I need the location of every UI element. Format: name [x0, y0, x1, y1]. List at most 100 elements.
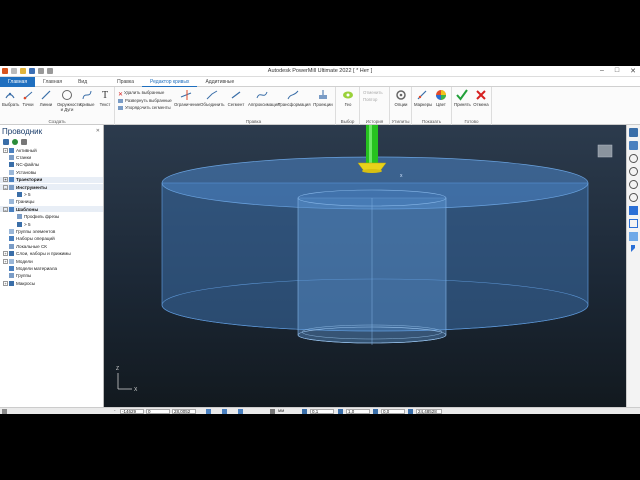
- tree-expander-icon[interactable]: +: [3, 258, 8, 264]
- tree-item[interactable]: + Макросы: [0, 280, 35, 286]
- maximize-button[interactable]: □: [615, 67, 619, 75]
- tree-item[interactable]: Границы: [0, 199, 34, 205]
- explorer-tool-icon-1[interactable]: [3, 138, 9, 145]
- tree-item[interactable]: Профиль фрезы: [0, 214, 59, 220]
- curves-button[interactable]: Кривые: [79, 89, 95, 107]
- tree-item[interactable]: NC-файлы: [0, 162, 39, 168]
- tree-expander-icon[interactable]: +: [3, 177, 8, 183]
- tree-folder-icon: [9, 169, 14, 175]
- tree-item-label: Наборы операций: [16, 236, 55, 242]
- undo-button[interactable]: Отменить: [363, 90, 383, 95]
- tree-item[interactable]: – Инструменты: [0, 184, 103, 190]
- reverse-selected-button[interactable]: Развернуть выбранные: [118, 98, 172, 103]
- tree-item[interactable]: Наборы операций: [0, 236, 55, 242]
- explorer-tool-icon-2[interactable]: [12, 138, 18, 145]
- tree-item[interactable]: – Шаблоны: [0, 206, 103, 213]
- tab-edit[interactable]: Правка: [95, 77, 142, 87]
- shading-icon[interactable]: [629, 206, 638, 215]
- approximation-button[interactable]: Аппроксимация: [248, 89, 279, 107]
- zoom-fit-icon[interactable]: [629, 180, 638, 189]
- tree-item[interactable]: > 5: [0, 221, 31, 227]
- lines-button[interactable]: Линии: [38, 89, 54, 107]
- markers-button[interactable]: Маркеры: [414, 89, 432, 107]
- tree-item[interactable]: + Траектории: [0, 176, 103, 183]
- coord-y-field[interactable]: 0: [146, 409, 170, 414]
- tab-curve-editor[interactable]: Редактор кривых: [142, 77, 198, 87]
- redo-button[interactable]: Повтор: [363, 97, 377, 102]
- tree-item[interactable]: Группы: [0, 273, 31, 279]
- tree-item-label: Станки: [16, 154, 32, 160]
- tree-item[interactable]: Модели материала: [0, 265, 57, 271]
- close-button[interactable]: ✕: [630, 67, 636, 75]
- color-button[interactable]: Цвет: [433, 89, 449, 107]
- tab-view[interactable]: Вид: [70, 77, 95, 87]
- coord-z-field[interactable]: 28,0052: [172, 409, 196, 414]
- snap-icon[interactable]: [222, 409, 227, 414]
- transform-icon: [287, 89, 299, 101]
- tool-tip-base: [362, 169, 382, 173]
- tree-item[interactable]: Локальные СК: [0, 243, 47, 249]
- zoom-in-icon[interactable]: [629, 154, 638, 163]
- close-panel-icon[interactable]: ✕: [96, 128, 100, 134]
- graphics-viewport[interactable]: x Z X: [104, 125, 626, 407]
- tree-expander-icon[interactable]: –: [3, 184, 8, 190]
- triad-z-label: Z: [116, 366, 119, 372]
- view-iso-icon[interactable]: [629, 128, 638, 137]
- tab-additive[interactable]: Аддитивные: [197, 77, 242, 87]
- options-button[interactable]: Опции: [393, 89, 409, 107]
- tree-expander-icon[interactable]: –: [3, 206, 8, 212]
- thickness-field[interactable]: 0,0: [381, 409, 405, 414]
- limit-button[interactable]: Ограничение: [174, 89, 200, 107]
- tree-item[interactable]: + Активный: [0, 147, 37, 153]
- view-cube[interactable]: [597, 144, 613, 158]
- tree-item-label: Модели материала: [16, 265, 58, 271]
- cancel-button[interactable]: Отмена: [473, 89, 489, 107]
- view-top-icon[interactable]: [629, 141, 638, 150]
- accept-button[interactable]: Принять: [454, 89, 471, 107]
- order-segments-button[interactable]: Упорядочить сегменты: [118, 105, 171, 110]
- minimize-button[interactable]: –: [600, 67, 604, 75]
- wireframe-icon[interactable]: [629, 219, 638, 228]
- tree-item[interactable]: Станки: [0, 154, 31, 160]
- geo-select-button[interactable]: Гео: [340, 89, 356, 107]
- explorer-tool-icon-3[interactable]: [21, 138, 27, 145]
- status-nav-icon[interactable]: [2, 409, 7, 414]
- tree-item[interactable]: + Слои, наборы и прижимы: [0, 251, 71, 257]
- explorer-title: Проводник: [2, 127, 43, 136]
- merge-button[interactable]: Объединить: [200, 89, 225, 107]
- segment-button[interactable]: Сегмент: [226, 89, 246, 107]
- tab-home-2[interactable]: Главная: [35, 77, 70, 87]
- app-window: Autodesk PowerMill Ultimate 2022 [ * Нет…: [0, 66, 640, 414]
- select-button[interactable]: Выбрать: [2, 89, 19, 107]
- circles-arcs-button[interactable]: Окружности и Дуги: [57, 89, 81, 112]
- tolerance-field[interactable]: 0,1: [310, 409, 334, 414]
- cancel-x-icon: [475, 89, 487, 101]
- delete-selected-button[interactable]: ✕Удалить выбранные: [118, 90, 164, 98]
- tab-home[interactable]: Главная: [0, 77, 36, 87]
- points-button[interactable]: Точки: [20, 89, 36, 107]
- grid-icon[interactable]: [206, 409, 211, 414]
- tree-expander-icon[interactable]: +: [3, 251, 8, 257]
- text-button[interactable]: T Текст: [97, 89, 113, 107]
- tree-item-label: Активный: [16, 147, 37, 153]
- zoom-out-icon[interactable]: [629, 167, 638, 176]
- projection-button[interactable]: Проекции: [312, 89, 334, 107]
- tree-expander-icon[interactable]: +: [3, 147, 8, 153]
- group-edit: Ограничение Объединить Сегмент Аппроксим…: [172, 87, 336, 125]
- zoom-box-icon[interactable]: [629, 193, 638, 202]
- cursor-select-icon[interactable]: [631, 245, 636, 252]
- tree-item[interactable]: Установы: [0, 169, 36, 175]
- transform-button[interactable]: Трансформация: [278, 89, 311, 107]
- explorer-header: Проводник ✕: [0, 125, 103, 137]
- group-edit-label: Правка: [245, 119, 262, 124]
- tree-item[interactable]: + Модели: [0, 258, 33, 264]
- thickness-icon: [373, 409, 378, 414]
- coord-x-field[interactable]: -14629: [120, 409, 144, 414]
- tree-item[interactable]: Группы элементов: [0, 228, 55, 234]
- transparency-icon[interactable]: [629, 232, 638, 241]
- tree-item[interactable]: > 5: [0, 191, 31, 197]
- stock-field[interactable]: 1,0: [346, 409, 370, 414]
- workplane-icon[interactable]: [238, 409, 243, 414]
- measure-field[interactable]: 24,48528: [416, 409, 442, 414]
- tree-expander-icon[interactable]: +: [3, 280, 8, 286]
